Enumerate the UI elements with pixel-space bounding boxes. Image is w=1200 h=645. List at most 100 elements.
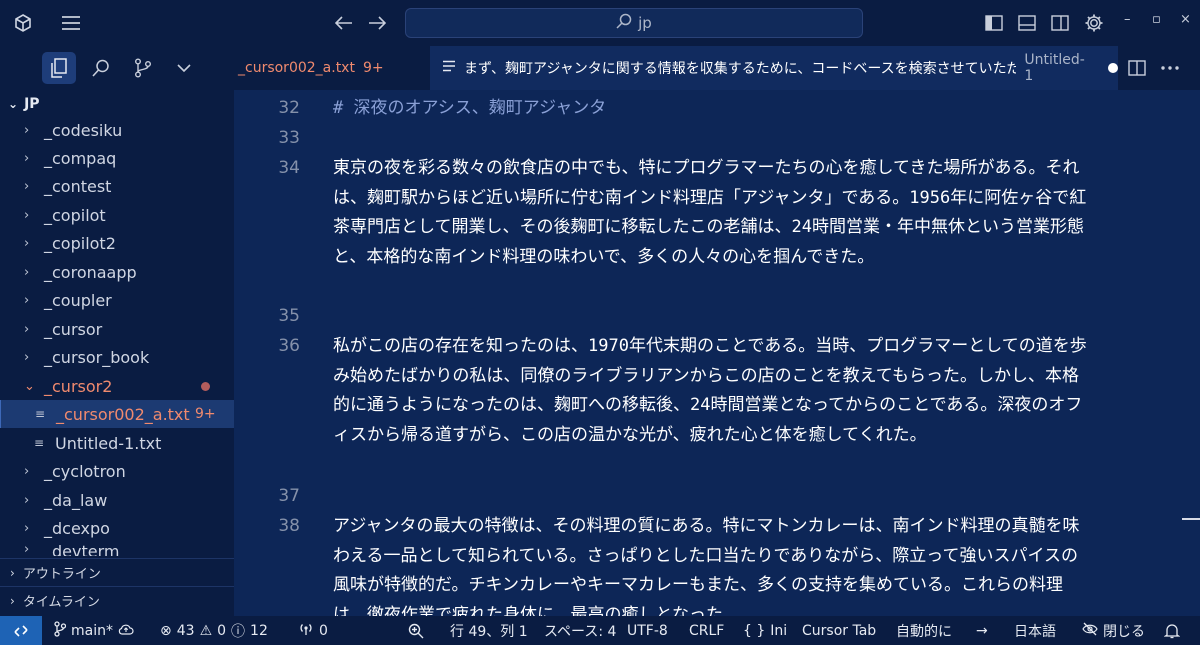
language-mode[interactable]: { } Ini xyxy=(743,616,787,645)
encoding-setting[interactable]: UTF-8 xyxy=(627,616,668,645)
toggle-panel-icon[interactable] xyxy=(1016,12,1038,34)
ports-status[interactable]: 0 xyxy=(298,616,328,645)
toggle-secondary-sidebar-icon[interactable] xyxy=(1049,12,1071,34)
chevron-right-icon: › xyxy=(24,207,30,223)
folder-item[interactable]: › _cyclotron xyxy=(0,457,234,485)
line-number: 33 xyxy=(278,128,300,148)
outline-label: アウトライン xyxy=(22,567,101,582)
root-folder-label: JP xyxy=(24,96,40,112)
arrow-right-icon[interactable]: → xyxy=(976,616,988,645)
search-view-icon[interactable] xyxy=(90,57,112,79)
folder-label: _compaq xyxy=(44,148,117,168)
search-icon xyxy=(616,13,632,33)
file-label: _cursor002_a.txt xyxy=(56,404,190,424)
folder-label: _coronaapp xyxy=(44,262,137,282)
git-branch-icon xyxy=(54,620,67,641)
cursor-tab-status[interactable]: Cursor Tab xyxy=(802,616,876,645)
code-line: アジャンタの最大の特徴は、その料理の質にある。特にマトンカレーは、南インド料理の… xyxy=(333,516,1080,616)
close-window-button[interactable]: × xyxy=(1180,12,1191,27)
tab-chat-file: Untitled-1 xyxy=(1024,52,1085,84)
folder-item-open[interactable]: ⌄ _cursor2 xyxy=(0,372,234,400)
code-line: # 深夜のオアシス、麹町アジャンタ xyxy=(333,98,607,118)
chevron-right-icon: › xyxy=(24,150,30,166)
chevron-right-icon: › xyxy=(10,593,15,608)
warning-count: 0 xyxy=(217,622,227,639)
line-number: 34 xyxy=(278,158,300,178)
problems-status[interactable]: ⊗ 43 ⚠ 0 ⓘ 12 xyxy=(160,616,268,645)
tab-cursor002[interactable]: _cursor002_a.txt 9+ xyxy=(234,46,420,90)
indentation-setting[interactable]: スペース: 4 xyxy=(544,616,616,645)
remote-indicator-icon[interactable] xyxy=(0,616,42,645)
zoom-icon[interactable] xyxy=(408,616,424,645)
explorer-root[interactable]: ⌄ JP xyxy=(0,90,234,118)
forward-arrow-icon[interactable] xyxy=(366,12,388,34)
folder-item[interactable]: › _codesiku xyxy=(0,116,234,144)
problems-badge: 9+ xyxy=(195,406,216,422)
cursor-position[interactable]: 行 49、列 1 xyxy=(450,616,528,645)
chevron-right-icon: › xyxy=(24,321,30,337)
source-control-icon[interactable] xyxy=(132,57,154,79)
error-icon: ⊗ xyxy=(160,622,172,639)
auto-setting[interactable]: 自動的に xyxy=(896,616,952,645)
folder-item[interactable]: › _compaq xyxy=(0,144,234,172)
error-count: 43 xyxy=(176,622,195,639)
modified-dot xyxy=(201,381,210,391)
chevron-right-icon: › xyxy=(24,463,30,479)
folder-label: _cursor xyxy=(44,319,103,339)
folder-label: _copilot2 xyxy=(44,233,116,253)
chevron-down-icon: ⌄ xyxy=(24,378,35,394)
scrollbar-marker[interactable] xyxy=(1182,518,1200,520)
folder-item[interactable]: › _cursor_book xyxy=(0,343,234,371)
tab-chat[interactable]: まず、麹町アジャンタに関する情報を収集するために、コードベースを検索させていただ… xyxy=(430,46,1118,90)
outline-section[interactable]: › アウトライン xyxy=(0,558,234,586)
tab-chat-title: まず、麹町アジャンタに関する情報を収集するために、コードベースを検索させていただ xyxy=(464,61,1017,77)
title-bar: jp – ▫ × xyxy=(0,0,1200,46)
file-item-selected[interactable]: ≡ _cursor002_a.txt 9+ xyxy=(0,400,234,428)
restore-button[interactable]: ▫ xyxy=(1152,12,1161,27)
sync-cloud-icon xyxy=(118,623,134,639)
menu-icon[interactable] xyxy=(60,12,82,34)
toggle-primary-sidebar-icon[interactable] xyxy=(983,12,1005,34)
problems-badge: 9+ xyxy=(362,60,384,76)
text-file-icon: ≡ xyxy=(35,407,46,421)
folder-item[interactable]: › _copilot2 xyxy=(0,229,234,257)
minimize-button[interactable]: – xyxy=(1124,12,1131,27)
back-arrow-icon[interactable] xyxy=(333,12,355,34)
timeline-section[interactable]: › タイムライン xyxy=(0,586,234,614)
branch-status[interactable]: main* xyxy=(54,616,134,645)
timeline-label: タイムライン xyxy=(22,595,100,610)
more-actions-icon[interactable] xyxy=(1159,57,1181,79)
line-number: 36 xyxy=(278,336,300,356)
folder-item[interactable]: › _coronaapp xyxy=(0,258,234,286)
split-editor-icon[interactable] xyxy=(1126,57,1148,79)
status-bar: main* ⊗ 43 ⚠ 0 ⓘ 12 0 行 49、列 1 スペース: 4 U… xyxy=(0,616,1200,645)
folder-item[interactable]: › _cursor xyxy=(0,315,234,343)
line-number: 37 xyxy=(278,486,300,506)
chevron-right-icon: › xyxy=(24,292,30,308)
text-file-icon: ≡ xyxy=(34,436,45,450)
editor-area[interactable]: 32 # 深夜のオアシス、麹町アジャンタ 33 34 東京の夜を彩る数々の飲食店… xyxy=(234,90,1200,616)
chevron-down-icon[interactable] xyxy=(173,57,195,79)
eol-setting[interactable]: CRLF xyxy=(689,616,724,645)
command-search-box[interactable]: jp xyxy=(405,8,863,38)
ports-count: 0 xyxy=(319,622,328,639)
settings-gear-icon[interactable] xyxy=(1083,12,1105,34)
locale-setting[interactable]: 日本語 xyxy=(1014,616,1056,645)
info-icon: ⓘ xyxy=(231,623,246,640)
folder-item[interactable]: › _coupler xyxy=(0,286,234,314)
chevron-right-icon: › xyxy=(24,178,30,194)
notifications-bell-icon[interactable] xyxy=(1164,616,1180,645)
file-item[interactable]: ≡ Untitled-1.txt xyxy=(0,429,234,457)
folder-item[interactable]: › _devterm xyxy=(0,542,234,556)
folder-item[interactable]: › _da_law xyxy=(0,486,234,514)
folder-item[interactable]: › _contest xyxy=(0,172,234,200)
chevron-right-icon: › xyxy=(24,492,30,508)
unsaved-dot[interactable] xyxy=(1108,63,1118,73)
folder-item[interactable]: › _dcexpo xyxy=(0,514,234,542)
close-status[interactable]: 閉じる xyxy=(1082,616,1145,645)
folder-label: _copilot xyxy=(44,205,106,225)
folder-item[interactable]: › _copilot xyxy=(0,201,234,229)
branch-label: main* xyxy=(71,622,113,639)
folder-label: _contest xyxy=(44,176,112,196)
explorer-files-icon[interactable] xyxy=(42,52,76,84)
